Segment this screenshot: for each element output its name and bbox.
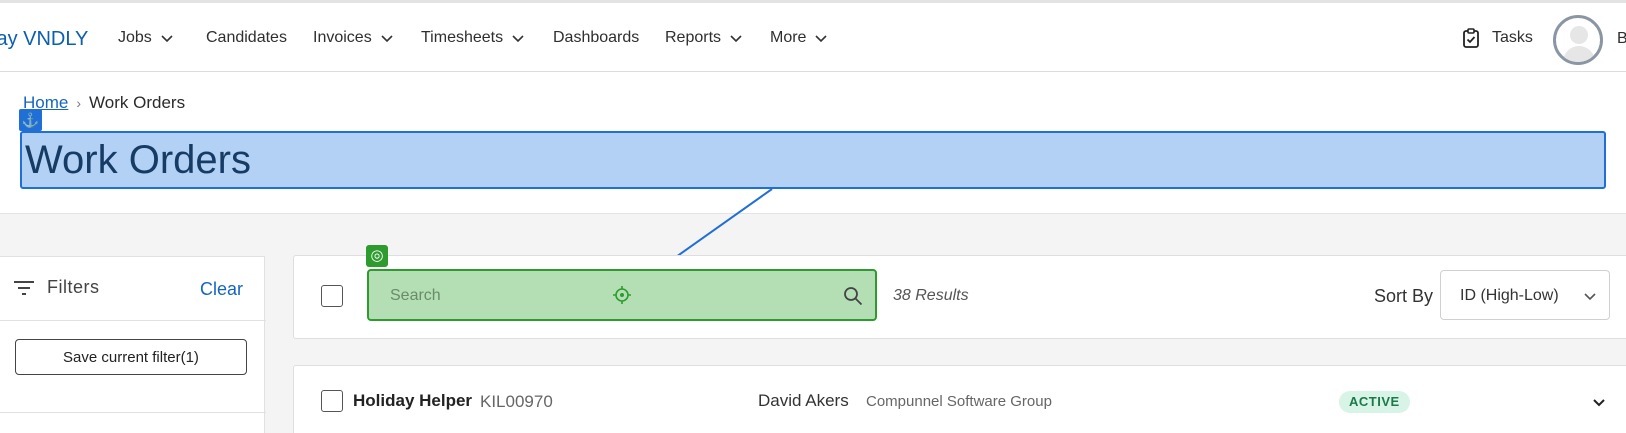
- chevron-down-icon: [512, 35, 524, 43]
- avatar[interactable]: [1553, 15, 1603, 65]
- crosshair-icon: [613, 286, 631, 304]
- nav-item-label: Timesheets: [421, 29, 504, 46]
- row-checkbox[interactable]: [321, 390, 343, 412]
- chevron-down-icon: [161, 35, 173, 43]
- page-title: Work Orders: [25, 138, 251, 182]
- filters-panel: Filters Clear Save current filter(1): [0, 256, 266, 433]
- user-name-truncated[interactable]: B: [1617, 30, 1626, 48]
- select-all-checkbox[interactable]: [321, 285, 343, 307]
- filter-lines-icon: [14, 280, 34, 295]
- sort-select[interactable]: ID (High-Low): [1440, 270, 1610, 320]
- search-input[interactable]: Search: [367, 269, 877, 321]
- chevron-down-icon: [1584, 293, 1596, 301]
- divider: [0, 320, 266, 321]
- nav-item-label: Reports: [665, 29, 722, 46]
- breadcrumb-current: Work Orders: [89, 93, 186, 112]
- status-badge: ACTIVE: [1339, 391, 1410, 413]
- nav-item-label: Jobs: [118, 29, 152, 46]
- results-count: 38 Results: [893, 287, 969, 304]
- avatar-body-shape: [1563, 46, 1595, 62]
- nav-item-jobs[interactable]: Jobs: [118, 29, 174, 47]
- target-icon: ◎: [366, 245, 388, 267]
- tasks-button[interactable]: Tasks: [1462, 28, 1533, 48]
- tasks-label: Tasks: [1492, 29, 1533, 46]
- chevron-down-icon: [730, 35, 742, 43]
- save-current-filter-button[interactable]: Save current filter(1): [15, 339, 247, 375]
- nav-item-label: Dashboards: [553, 29, 640, 46]
- work-order-vendor: Compunnel Software Group: [866, 393, 1052, 410]
- chevron-down-icon: [381, 35, 393, 43]
- work-order-person: David Akers: [758, 391, 849, 410]
- page-header: Home › Work Orders ⚓ Work Orders: [0, 72, 1626, 214]
- work-order-id: KIL00970: [480, 392, 553, 411]
- work-order-title[interactable]: Holiday Helper: [353, 391, 472, 411]
- brand-logo-text[interactable]: lay VNDLY: [0, 28, 88, 51]
- nav-item-more[interactable]: More: [770, 29, 828, 47]
- clear-filters-link[interactable]: Clear: [200, 279, 243, 300]
- nav-item-dashboards[interactable]: Dashboards: [553, 29, 639, 47]
- clipboard-check-icon: [1463, 28, 1479, 48]
- nav-item-reports[interactable]: Reports: [665, 29, 743, 47]
- nav-item-invoices[interactable]: Invoices: [313, 29, 394, 47]
- sort-select-value: ID (High-Low): [1460, 287, 1559, 304]
- search-icon[interactable]: [843, 286, 863, 306]
- divider: [0, 412, 266, 413]
- nav-item-label: More: [770, 29, 807, 46]
- anchor-icon: ⚓: [19, 109, 42, 131]
- chevron-down-icon: [815, 35, 828, 43]
- nav-item-label: Candidates: [206, 29, 287, 46]
- breadcrumb: Home › Work Orders: [23, 93, 185, 113]
- avatar-head-shape: [1570, 26, 1588, 44]
- search-placeholder: Search: [390, 287, 441, 304]
- nav-item-candidates[interactable]: Candidates: [206, 29, 287, 47]
- top-navigation-bar: lay VNDLY Jobs Candidates Invoices Times…: [0, 0, 1626, 72]
- sort-by-label: Sort By: [1374, 286, 1434, 306]
- expand-row-chevron-icon[interactable]: [1591, 394, 1607, 410]
- breadcrumb-separator-icon: ›: [76, 95, 82, 111]
- filters-heading: Filters: [13, 277, 100, 298]
- filters-label: Filters: [47, 277, 100, 297]
- page-title-highlight: Work Orders: [20, 131, 1606, 189]
- nav-item-label: Invoices: [313, 29, 372, 46]
- nav-item-timesheets[interactable]: Timesheets: [421, 29, 525, 47]
